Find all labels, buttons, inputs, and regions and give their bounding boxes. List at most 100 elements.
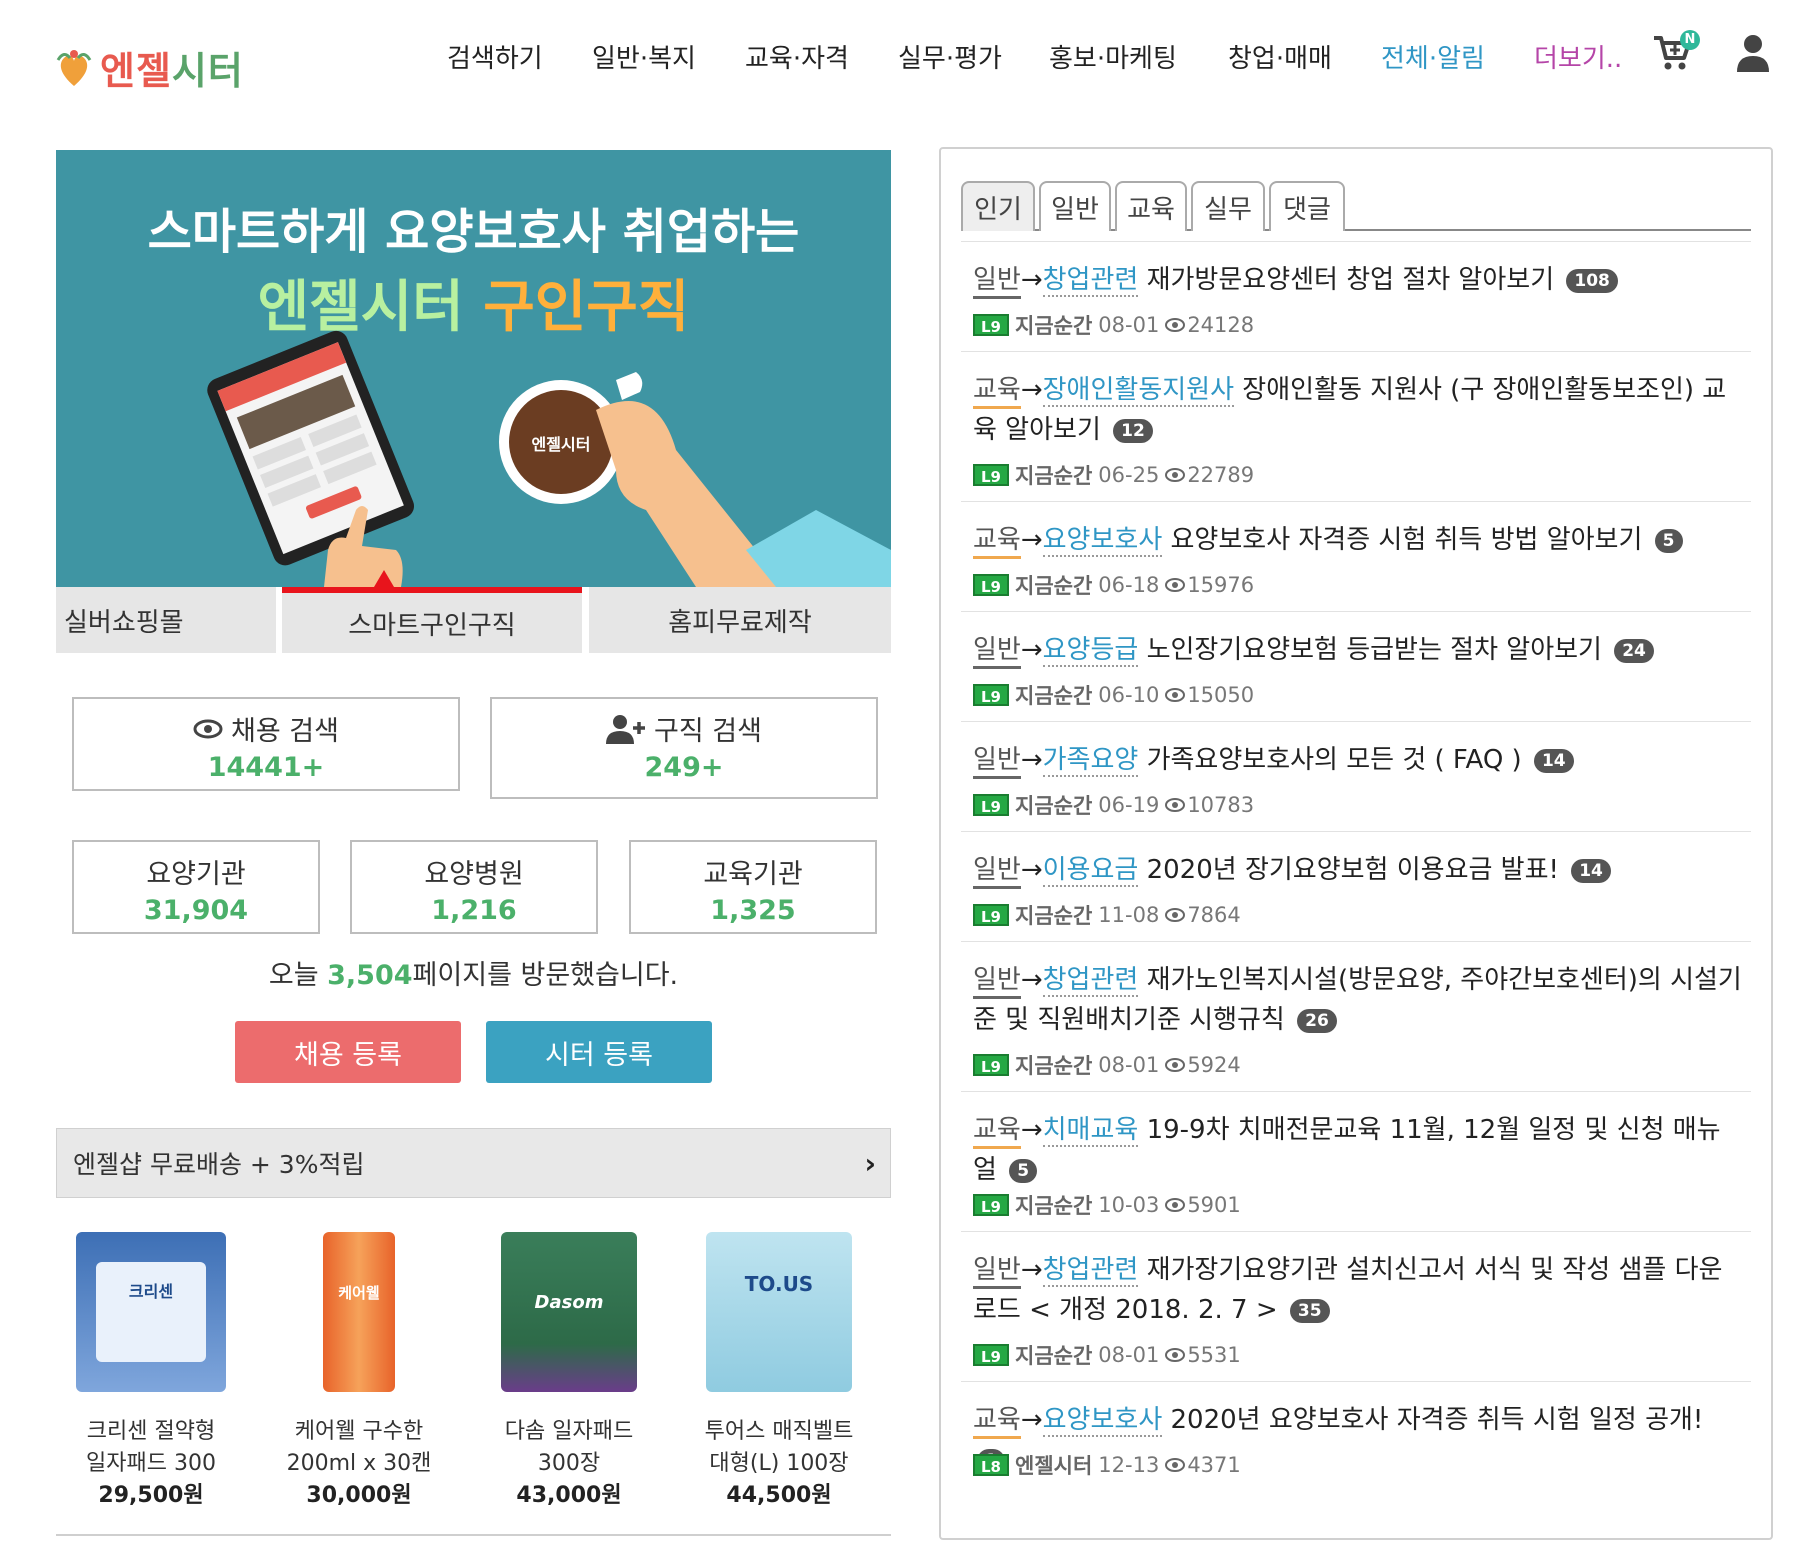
post-category[interactable]: 일반 [973,965,1021,999]
product-card[interactable]: Dasom 다솜 일자패드 300장 43,000원 [474,1232,664,1512]
post-author[interactable]: 지금순간 [1015,680,1092,710]
post-row[interactable]: 교육→요양보호사 요양보호사 자격증 시험 취득 방법 알아보기 5 L9 지금순간… [961,501,1751,611]
nav-search[interactable]: 검색하기 [447,38,543,75]
visit-counter: 오늘 3,504페이지를 방문했습니다. [268,960,679,991]
tab-practice[interactable]: 실무 [1191,181,1265,231]
product-name: 투어스 매직벨트 대형(L) 100장 [704,1419,854,1476]
post-category[interactable]: 교육 [973,525,1021,559]
post-category[interactable]: 일반 [973,745,1021,779]
level-badge: L9 [973,1194,1009,1216]
post-row[interactable]: 일반→창업관련 재가장기요양기관 설치신고서 서식 및 작성 샘플 다운로드 <… [961,1231,1751,1381]
post-subcategory[interactable]: 창업관련 [1042,965,1139,997]
hero-banner[interactable]: 스마트하게 요양보호사 취업하는 엔젤시터 구인구직 엔젤시터 [56,150,891,587]
comment-count-badge: 35 [1289,1299,1330,1323]
site-logo[interactable]: 엔젤시터 [56,40,244,95]
stat-label: 요양기관 [146,859,246,890]
seeker-search-box[interactable]: 구직 검색 249+ [490,697,878,799]
comment-count-badge: 26 [1297,1009,1337,1033]
post-title[interactable]: 일반→요양등급 노인장기요양보험 등급받는 절차 알아보기 24 [973,630,1743,670]
nav-all-notice[interactable]: 전체·알림 [1381,38,1485,75]
shop-promo-bar[interactable]: 엔젤샵 무료배송 + 3%적립 › [56,1128,891,1198]
post-author[interactable]: 엔젤시터 [1015,1450,1092,1480]
register-sitter-button[interactable]: 시터 등록 [486,1021,712,1083]
nav-startup[interactable]: 창업·매매 [1228,38,1332,75]
post-author[interactable]: 지금순간 [1015,570,1092,600]
tab-popular[interactable]: 인기 [961,181,1035,231]
post-subcategory[interactable]: 치매교육 [1042,1115,1139,1147]
tab-free-homepage[interactable]: 홈피무료제작 [589,587,891,653]
job-search-label: 채용 검색 [231,716,339,747]
post-title[interactable]: 일반→가족요양 가족요양보호사의 모든 것 ( FAQ ) 14 [973,740,1743,780]
post-category[interactable]: 일반 [973,635,1021,669]
post-subcategory[interactable]: 요양등급 [1042,635,1139,667]
post-meta: L9 지금순간 06-25 22789 [973,460,1254,490]
post-subcategory[interactable]: 가족요양 [1042,745,1139,777]
post-subcategory[interactable]: 장애인활동지원사 [1042,375,1235,407]
post-category[interactable]: 일반 [973,265,1021,299]
eye-icon [1165,578,1186,592]
post-title[interactable]: 일반→창업관련 재가방문요양센터 창업 절차 알아보기 108 [973,260,1743,300]
post-subcategory[interactable]: 창업관련 [1042,1255,1139,1287]
post-title[interactable]: 일반→창업관련 재가노인복지시설(방문요양, 주야간보호센터)의 시설기준 및 … [973,960,1743,1040]
cart-icon[interactable]: N [1652,30,1700,74]
product-price: 44,500원 [726,1483,832,1508]
post-title[interactable]: 교육→요양보호사 요양보호사 자격증 시험 취득 방법 알아보기 5 [973,520,1743,560]
product-card[interactable]: 케어웰 케어웰 구수한 200ml x 30캔 30,000원 [264,1232,454,1512]
post-title[interactable]: 일반→창업관련 재가장기요양기관 설치신고서 서식 및 작성 샘플 다운로드 <… [973,1250,1743,1330]
post-title-text: 2020년 요양보호사 자격증 취득 시험 일정 공개! [1170,1405,1704,1435]
post-title[interactable]: 교육→장애인활동지원사 장애인활동 지원사 (구 장애인활동보조인) 교육 알아… [973,370,1743,450]
stat-care-facilities[interactable]: 요양기관 31,904 [72,840,320,934]
tab-education[interactable]: 교육 [1115,181,1187,231]
post-title[interactable]: 일반→이용요금 2020년 장기요양보험 이용요금 발표! 14 [973,850,1743,890]
post-row[interactable]: 일반→이용요금 2020년 장기요양보험 이용요금 발표! 14 L9 지금순간 11… [961,831,1751,941]
job-search-box[interactable]: 채용 검색 14441+ [72,697,460,791]
stat-education-institutes[interactable]: 교육기관 1,325 [629,840,877,934]
post-row[interactable]: 교육→치매교육 19-9차 치매전문교육 11월, 12월 일정 및 신청 매뉴… [961,1091,1751,1231]
post-row[interactable]: 교육→장애인활동지원사 장애인활동 지원사 (구 장애인활동보조인) 교육 알아… [961,351,1751,501]
tab-comments[interactable]: 댓글 [1269,181,1345,231]
post-subcategory[interactable]: 창업관련 [1042,265,1139,297]
view-count: 5901 [1187,1193,1241,1217]
product-card[interactable]: TO.US 투어스 매직벨트 대형(L) 100장 44,500원 [684,1232,874,1512]
post-author[interactable]: 지금순간 [1015,1340,1092,1370]
post-row[interactable]: 일반→창업관련 재가방문요양센터 창업 절차 알아보기 108 L9 지금순간 08-… [961,241,1751,351]
post-row[interactable]: 일반→요양등급 노인장기요양보험 등급받는 절차 알아보기 24 L9 지금순간 06… [961,611,1751,721]
post-category[interactable]: 일반 [973,1255,1021,1289]
comment-count-badge: 24 [1614,639,1654,663]
nav-marketing[interactable]: 홍보·마케팅 [1049,38,1177,75]
user-icon[interactable] [1736,34,1772,74]
post-author[interactable]: 지금순간 [1015,310,1092,340]
post-category[interactable]: 일반 [973,855,1021,889]
post-title[interactable]: 교육→치매교육 19-9차 치매전문교육 11월, 12월 일정 및 신청 매뉴… [973,1110,1743,1190]
post-row[interactable]: 교육→요양보호사 2020년 요양보호사 자격증 취득 시험 일정 공개! 1L… [961,1381,1751,1521]
post-author[interactable]: 지금순간 [1015,460,1092,490]
tab-smart-jobs[interactable]: 스마트구인구직 [282,587,582,653]
nav-more[interactable]: 더보기.. [1534,38,1622,75]
nav-general-welfare[interactable]: 일반·복지 [592,38,696,75]
tab-general[interactable]: 일반 [1039,181,1111,231]
post-author[interactable]: 지금순간 [1015,1050,1092,1080]
post-subcategory[interactable]: 이용요금 [1042,855,1139,887]
post-subcategory[interactable]: 요양보호사 [1042,525,1163,557]
post-author[interactable]: 지금순간 [1015,790,1092,820]
post-row[interactable]: 일반→창업관련 재가노인복지시설(방문요양, 주야간보호센터)의 시설기준 및 … [961,941,1751,1091]
post-subcategory[interactable]: 요양보호사 [1042,1405,1163,1437]
tab-silver-shopping[interactable]: 실버쇼핑몰 [56,587,276,653]
post-date: 06-18 [1098,573,1160,597]
post-row[interactable]: 일반→가족요양 가족요양보호사의 모든 것 ( FAQ ) 14 L9 지금순간 06… [961,721,1751,831]
post-author[interactable]: 지금순간 [1015,1190,1092,1220]
nav-education[interactable]: 교육·자격 [745,38,849,75]
post-category[interactable]: 교육 [973,1405,1021,1439]
popular-posts-panel: 인기 일반 교육 실무 댓글 일반→창업관련 재가방문요양센터 창업 절차 알아… [939,147,1773,1540]
level-badge: L9 [973,904,1009,926]
post-category[interactable]: 교육 [973,1115,1021,1149]
product-card[interactable]: 크리센 크리센 절약형 일자패드 300 29,500원 [56,1232,246,1512]
post-author[interactable]: 지금순간 [1015,900,1092,930]
post-category[interactable]: 교육 [973,375,1021,409]
arrow-icon: → [1020,635,1043,665]
product-name: 크리센 절약형 일자패드 300 [86,1419,216,1476]
product-price: 29,500원 [98,1483,204,1508]
stat-care-hospitals[interactable]: 요양병원 1,216 [350,840,598,934]
register-hire-button[interactable]: 채용 등록 [235,1021,461,1083]
nav-practice[interactable]: 실무·평가 [898,38,1002,75]
